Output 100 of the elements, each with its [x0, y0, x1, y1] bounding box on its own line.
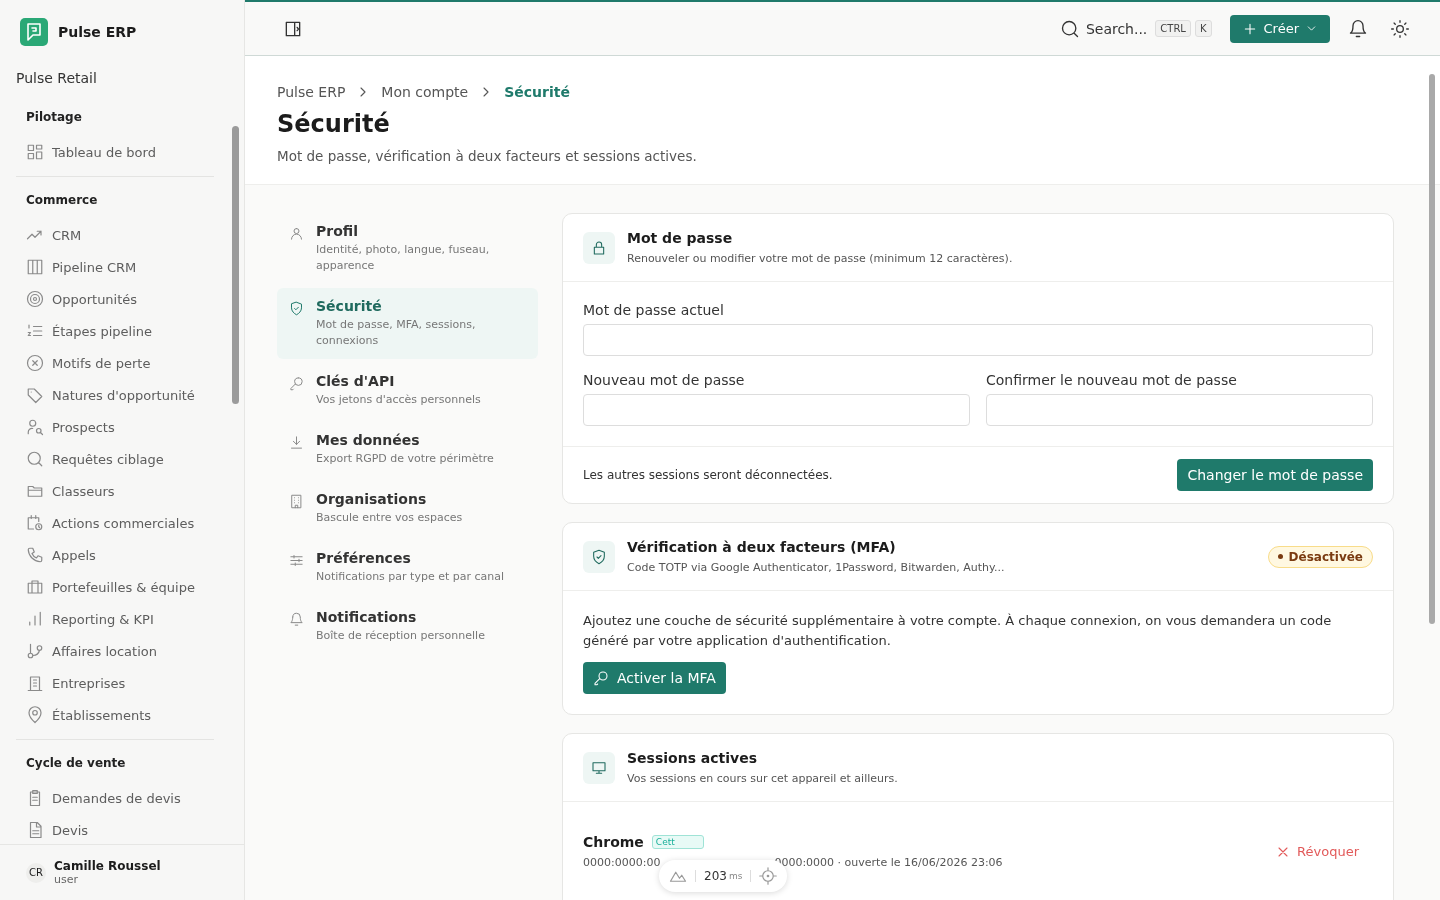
building-icon — [289, 493, 304, 509]
sidebar-item[interactable]: Entreprises — [16, 667, 214, 699]
nav-item-description: Bascule entre vos espaces — [316, 509, 463, 526]
create-button[interactable]: Créer — [1229, 14, 1330, 43]
settings-nav-item[interactable]: Notifications Boîte de réception personnelle — [277, 598, 538, 654]
sidebar-item[interactable]: Reporting & KPI — [16, 603, 214, 635]
person-search-icon — [26, 418, 44, 436]
sidebar-item[interactable]: Pipeline CRM — [16, 251, 214, 283]
sidebar-item[interactable]: Classeurs — [16, 475, 214, 507]
session-address: 0000:0000:00 — [583, 856, 661, 869]
search-button[interactable]: Search... — [1059, 18, 1148, 39]
sidebar-item[interactable]: Appels — [16, 539, 214, 571]
card-title: Vérification à deux facteurs (MFA) — [627, 539, 897, 555]
map-pin-icon — [26, 706, 44, 724]
crosshair-icon[interactable] — [759, 867, 778, 885]
sun-icon — [1390, 18, 1410, 39]
nav-item-title: Clés d'API — [316, 372, 396, 389]
page-subtitle: Mot de passe, vérification à deux facteurs et sessions actives. — [277, 148, 698, 164]
activate-mfa-button[interactable]: Activer la MFA — [583, 662, 726, 694]
footer-note: Les autres sessions seront déconnectées. — [583, 468, 833, 482]
sliders-icon — [289, 552, 304, 568]
settings-nav-item[interactable]: Sécurité Mot de passe, MFA, sessions, connexions — [277, 287, 538, 359]
new-password-field[interactable] — [583, 394, 970, 426]
nav-item-description: Export RGPD de votre périmètre — [316, 450, 494, 467]
sidebar-item[interactable]: Devis — [16, 814, 214, 844]
timing-value: 203 — [704, 869, 727, 883]
branch-icon — [26, 642, 44, 660]
sidebar-item[interactable]: Affaires location — [16, 635, 214, 667]
lock-icon — [583, 231, 615, 264]
logo-icon — [20, 18, 48, 46]
sidebar-item[interactable]: Étapes pipeline — [16, 315, 214, 347]
field-label: Confirmer le nouveau mot de passe — [986, 372, 1238, 388]
sidebar-item[interactable]: Opportunités — [16, 283, 214, 315]
monitor-icon — [583, 751, 615, 784]
sidebar-item[interactable]: Natures d'opportunité — [16, 379, 214, 411]
person-icon — [289, 226, 304, 241]
user-name: Camille Roussel — [54, 859, 161, 873]
sidebar-item[interactable]: Requêtes ciblage — [16, 443, 214, 475]
app-name: Pulse ERP — [58, 24, 137, 40]
shield-check-icon — [583, 540, 615, 573]
key-icon — [289, 375, 304, 391]
shortcut-key: K — [1194, 20, 1212, 37]
target-icon — [26, 290, 44, 308]
sidebar-item[interactable]: Demandes de devis — [16, 782, 214, 814]
tag-icon — [26, 386, 44, 404]
current-password-field[interactable] — [583, 324, 1373, 356]
breadcrumb-link[interactable]: Mon compte — [381, 84, 469, 100]
breadcrumb-link[interactable]: Sécurité — [504, 84, 570, 100]
section-title: Pilotage — [25, 110, 83, 124]
section-title: Cycle de vente — [25, 756, 127, 770]
card-title: Sessions actives — [627, 750, 759, 766]
settings-nav-item[interactable]: Profil Identité, photo, langue, fuseau, apparence — [277, 213, 538, 284]
sidebar-item[interactable]: Motifs de perte — [16, 347, 214, 379]
revoke-button[interactable]: Révoquer — [1269, 842, 1365, 861]
sidebar-item[interactable]: Portefeuilles & équipe — [16, 571, 214, 603]
calendar-clock-icon — [26, 514, 44, 532]
card-description: Code TOTP via Google Authenticator, 1Password, Bitwarden, Authy... — [627, 561, 1006, 574]
nav-item-title: Organisations — [316, 490, 428, 507]
sidebar-item[interactable]: CRM — [16, 219, 214, 251]
bell-icon — [1348, 18, 1368, 39]
nav-item-description: Notifications par type et par canal — [316, 568, 505, 585]
avatar: CR — [26, 862, 46, 883]
confirm-password-field[interactable] — [986, 394, 1373, 426]
nav-item-title: Notifications — [316, 608, 418, 625]
field-label: Mot de passe actuel — [583, 302, 725, 318]
page-title: Sécurité — [277, 110, 391, 138]
bar-chart-icon — [26, 610, 44, 628]
sidebar-item[interactable]: Actions commerciales — [16, 507, 214, 539]
nav-item-description: Boîte de réception personnelle — [316, 627, 485, 644]
nav-item-title: Mes données — [316, 431, 421, 448]
timing-unit: ms — [728, 871, 743, 881]
section-title: Commerce — [25, 193, 99, 207]
grid-icon — [26, 143, 44, 161]
search-icon — [26, 450, 44, 468]
settings-nav-item[interactable]: Mes données Export RGPD de votre périmètre — [277, 421, 538, 477]
session-tag: Cett — [651, 835, 704, 849]
search-icon — [1059, 18, 1080, 39]
settings-nav-item[interactable]: Clés d'API Vos jetons d'accès personnels — [277, 362, 538, 418]
sidebar-item[interactable]: Prospects — [16, 411, 214, 443]
building-icon — [26, 674, 44, 692]
columns-icon — [26, 258, 44, 276]
nav-item-title: Sécurité — [316, 297, 383, 314]
download-icon — [289, 434, 304, 450]
shortcut-key: CTRL — [1155, 20, 1191, 37]
sidebar-item[interactable]: Tableau de bord — [16, 136, 214, 168]
breadcrumb-link[interactable]: Pulse ERP — [277, 84, 346, 100]
sidebar-item[interactable]: Établissements — [16, 699, 214, 731]
bell-icon — [289, 611, 304, 627]
nav-item-description: Vos jetons d'accès personnels — [316, 391, 481, 408]
nav-item-description: Mot de passe, MFA, sessions, connexions — [316, 316, 477, 349]
briefcase-icon — [26, 578, 44, 596]
change-password-button[interactable]: Changer le mot de passe — [1177, 459, 1373, 491]
field-label: Nouveau mot de passe — [583, 372, 746, 388]
card-description: Renouveler ou modifier votre mot de passe (minimum 12 caractères). — [627, 252, 1014, 265]
settings-nav-item[interactable]: Préférences Notifications par type et par canal — [277, 539, 538, 595]
nav-item-title: Préférences — [316, 549, 412, 566]
phone-icon — [26, 546, 44, 564]
workspace-name[interactable]: Pulse Retail — [0, 56, 244, 106]
user-role: user — [54, 873, 79, 886]
settings-nav-item[interactable]: Organisations Bascule entre vos espaces — [277, 480, 538, 536]
